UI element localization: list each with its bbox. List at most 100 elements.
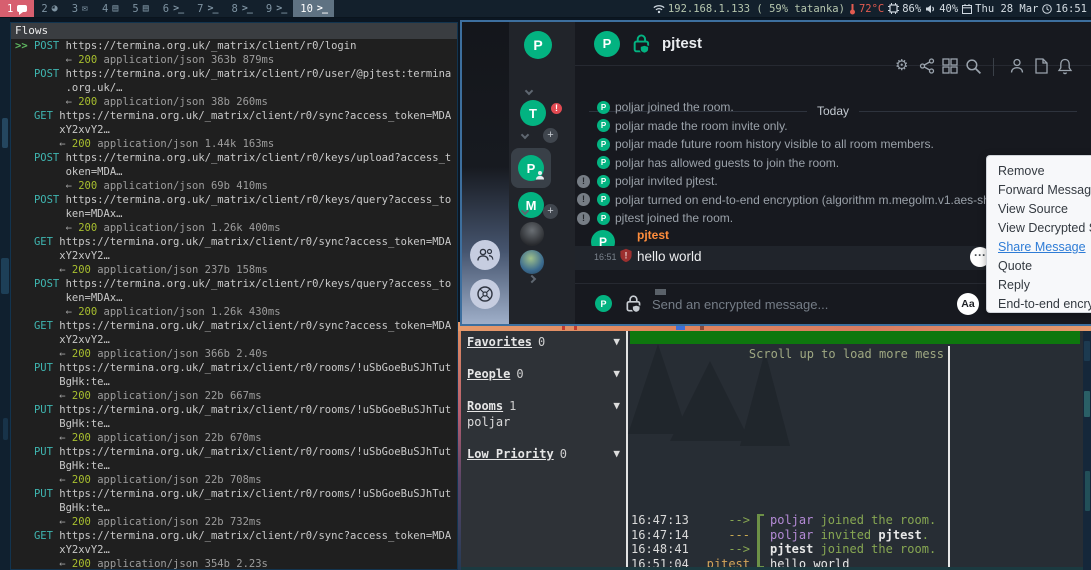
notifications-bell-icon[interactable] <box>1057 58 1073 75</box>
flow-status: ← 200 application/json 1.26k 400ms <box>15 221 457 235</box>
members-icon[interactable] <box>1009 58 1025 74</box>
workspace-button[interactable]: 8 <box>225 0 259 17</box>
context-menu-item[interactable]: Forward Message <box>987 181 1091 200</box>
room-group-label: Low Priority <box>467 447 554 461</box>
workspace-number: 9 <box>266 3 272 15</box>
event-avatar: P <box>597 193 610 206</box>
room-group-header[interactable]: Low Priority 0 ▼ <box>461 443 626 463</box>
flow-row[interactable]: POST https://termina.org.uk/_matrix/clie… <box>15 193 457 207</box>
room-avatar-image[interactable] <box>520 250 544 274</box>
flow-row[interactable]: GET https://termina.org.uk/_matrix/clien… <box>15 529 457 543</box>
group-spacer <box>461 351 626 363</box>
workspace-button[interactable]: 4 <box>95 0 125 17</box>
message-sender-name[interactable]: pjtest <box>637 228 669 242</box>
chevron-down-icon[interactable] <box>521 131 529 139</box>
room-avatar-direct[interactable]: T <box>520 100 546 126</box>
load-more-bar[interactable] <box>630 331 1080 344</box>
context-menu-item[interactable]: Remove <box>987 162 1091 181</box>
wifi-icon <box>653 4 665 14</box>
event-text: poljar made the room invite only. <box>615 119 788 133</box>
context-menu-item[interactable]: Quote <box>987 257 1091 276</box>
room-avatar[interactable]: M <box>518 192 544 218</box>
wallpaper-right-strip <box>1083 331 1091 570</box>
collapse-triangle-icon[interactable]: ▼ <box>613 367 620 380</box>
flow-row[interactable]: POST https://termina.org.uk/_matrix/clie… <box>15 67 457 81</box>
workspace-button[interactable]: 3 <box>65 0 95 17</box>
add-room-button[interactable]: + <box>543 128 558 143</box>
workspace-button[interactable]: 6 <box>156 0 190 17</box>
unencrypted-warning-shield-icon: ! <box>619 248 633 263</box>
flow-row[interactable]: GET https://termina.org.uk/_matrix/clien… <box>15 235 457 249</box>
room-header-avatar[interactable]: P <box>594 31 620 57</box>
formatting-toggle-icon[interactable] <box>655 289 666 295</box>
flow-row[interactable]: POST https://termina.org.uk/_matrix/clie… <box>15 277 457 291</box>
timeline-event[interactable]: P poljar joined the room. <box>575 98 1091 117</box>
context-menu-item[interactable]: Share Message <box>987 238 1091 257</box>
chevron-down-icon[interactable] <box>525 87 533 95</box>
add-room-button[interactable]: + <box>543 204 558 219</box>
timeline-event[interactable]: P poljar made the room invite only. <box>575 117 1091 136</box>
apps-grid-icon[interactable] <box>942 58 958 74</box>
flow-row[interactable]: PUT https://termina.org.uk/_matrix/clien… <box>15 361 457 375</box>
workspace-button[interactable]: 1 <box>0 0 34 17</box>
flow-status: ← 200 application/json 1.26k 430ms <box>15 305 457 319</box>
workspace-number: 1 <box>7 3 13 15</box>
workspace-button[interactable]: 7 <box>190 0 224 17</box>
expand-room-list-icon[interactable] <box>528 275 536 283</box>
message-input[interactable]: Send an encrypted message... <box>652 297 828 312</box>
flow-row[interactable]: PUT https://termina.org.uk/_matrix/clien… <box>15 487 457 501</box>
wallpaper-detail <box>2 118 8 148</box>
flow-row[interactable]: GET https://termina.org.uk/_matrix/clien… <box>15 319 457 333</box>
log-timestamp: 16:47:13 <box>628 513 698 528</box>
flow-row[interactable]: >> POST https://termina.org.uk/_matrix/c… <box>15 39 457 53</box>
share-icon[interactable] <box>919 58 935 74</box>
collapse-triangle-icon[interactable]: ▼ <box>613 399 620 412</box>
flow-row[interactable]: GET https://termina.org.uk/_matrix/clien… <box>15 109 457 123</box>
room-group: Low Priority 0 ▼ <box>461 443 626 475</box>
collapse-triangle-icon[interactable]: ▼ <box>613 335 620 348</box>
room-group: People 0 ▼ <box>461 363 626 395</box>
flow-status: ← 200 application/json 22b 708ms <box>15 473 457 487</box>
log-prefix: --- <box>698 528 750 543</box>
chat-log-line: 16:48:41-->pjtest joined the room. <box>628 542 946 557</box>
workspace-button[interactable]: 5 <box>125 0 155 17</box>
explore-button[interactable] <box>470 279 500 309</box>
context-menu-item[interactable]: View Decrypted S <box>987 219 1091 238</box>
compass-icon <box>476 285 494 303</box>
event-text: poljar joined the room. <box>615 100 734 114</box>
workspace-number: 3 <box>72 3 78 15</box>
room-group-header[interactable]: Rooms 1 ▼ <box>461 395 626 415</box>
collapse-triangle-icon[interactable]: ▼ <box>613 447 620 460</box>
wallpaper-detail <box>1084 341 1090 361</box>
timeline-event[interactable]: P poljar made future room history visibl… <box>575 135 1091 154</box>
settings-gear-icon[interactable]: ⚙ <box>895 58 908 73</box>
room-list-item[interactable]: poljar <box>461 415 626 431</box>
room-group-header[interactable]: Favorites 0 ▼ <box>461 331 626 351</box>
people-group-icon <box>476 248 494 262</box>
user-avatar[interactable]: P <box>524 31 552 59</box>
groups-button[interactable] <box>470 240 500 270</box>
search-icon[interactable] <box>965 58 982 75</box>
matrix-tui-window: Favorites 0 ▼ People 0 ▼ <box>461 331 1083 570</box>
flow-url-continuation: ken=MDAx… <box>15 207 457 221</box>
context-menu-item[interactable]: Reply <box>987 276 1091 295</box>
flow-row[interactable]: PUT https://termina.org.uk/_matrix/clien… <box>15 403 457 417</box>
selected-room-highlight[interactable]: P <box>511 148 551 188</box>
flow-status: ← 200 application/json 363b 879ms <box>15 53 457 67</box>
wallpaper-tree <box>740 351 790 446</box>
workspace-icon <box>52 4 58 14</box>
flow-row[interactable]: PUT https://termina.org.uk/_matrix/clien… <box>15 445 457 459</box>
room-avatar-image[interactable] <box>520 222 544 246</box>
workspace-icon <box>242 4 252 14</box>
workspace-button[interactable]: 9 <box>259 0 293 17</box>
context-menu-item[interactable]: View Source <box>987 200 1091 219</box>
flow-row[interactable]: POST https://termina.org.uk/_matrix/clie… <box>15 151 457 165</box>
files-icon[interactable] <box>1034 58 1048 74</box>
workspace-button[interactable]: 10 <box>293 0 334 17</box>
room-groups-sidebar: Favorites 0 ▼ People 0 ▼ <box>461 331 626 570</box>
context-menu-item[interactable]: End-to-end encry <box>987 295 1091 313</box>
workspace-button[interactable]: 2 <box>34 0 64 17</box>
room-group-header[interactable]: People 0 ▼ <box>461 363 626 383</box>
event-text: poljar turned on end-to-end encryption (… <box>615 193 1011 207</box>
format-text-button[interactable]: Aa <box>957 293 979 315</box>
